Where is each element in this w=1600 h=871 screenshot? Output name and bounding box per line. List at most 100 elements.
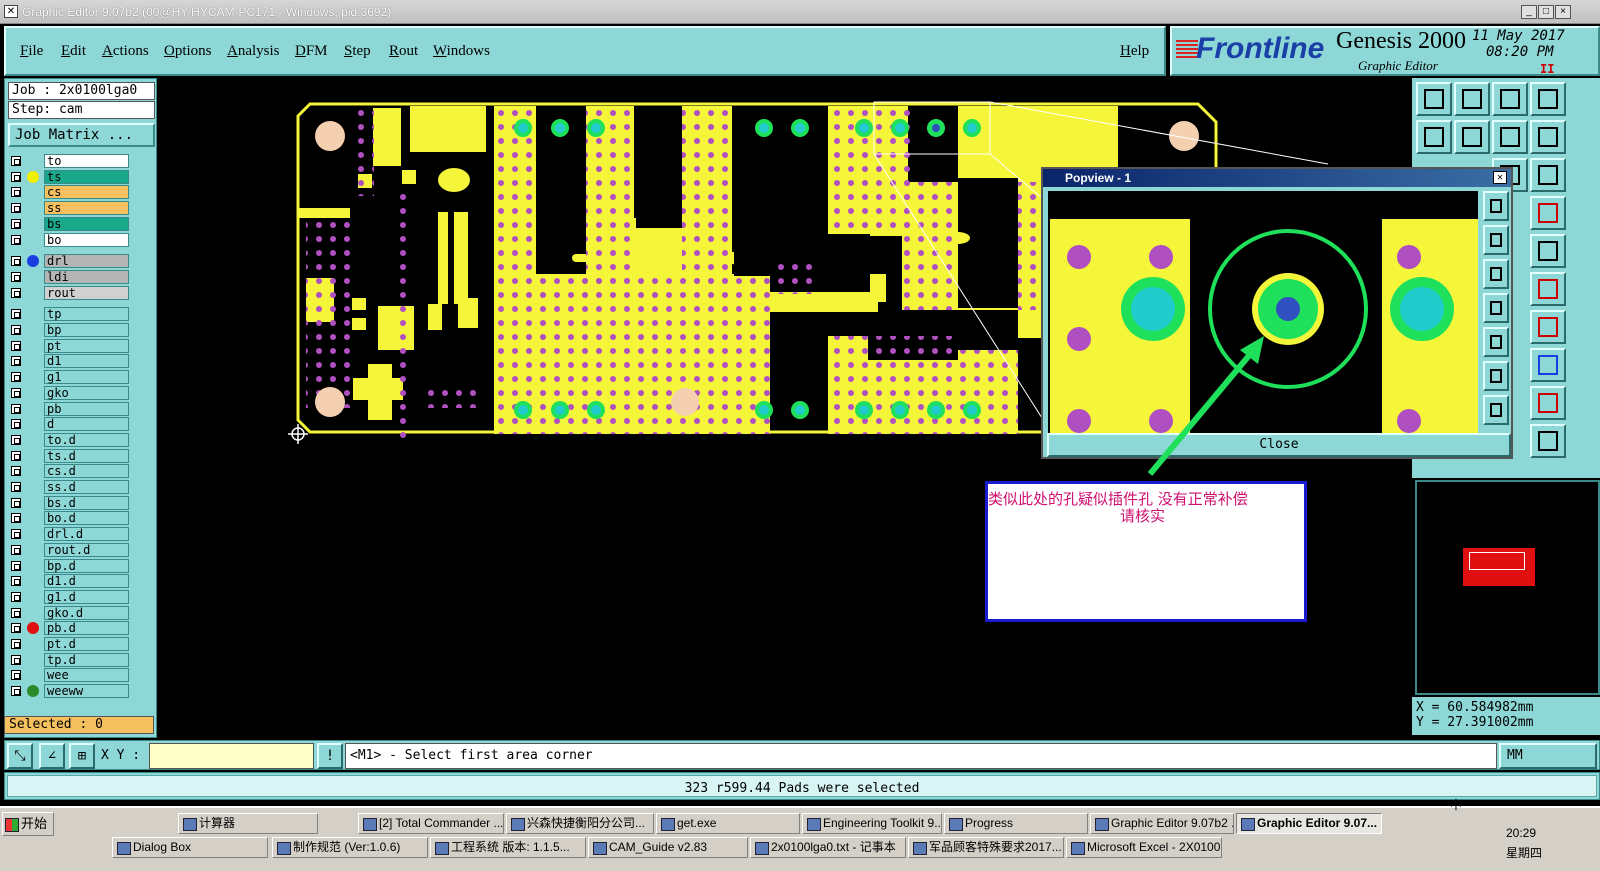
popview-tool-button[interactable] <box>1483 225 1509 255</box>
layer-row[interactable]: g1 <box>9 370 129 385</box>
close-window-button[interactable]: × <box>1555 5 1571 19</box>
taskbar-button[interactable]: 计算器 <box>178 813 318 834</box>
taskbar-button[interactable]: 兴森快捷衡阳分公司... <box>506 813 654 834</box>
layer-checkbox[interactable] <box>11 466 21 477</box>
layer-checkbox[interactable] <box>11 513 21 524</box>
tool-button[interactable] <box>1492 120 1528 154</box>
tool-button[interactable] <box>1454 120 1490 154</box>
layer-row[interactable]: pb <box>9 401 129 416</box>
layer-checkbox[interactable] <box>11 234 21 245</box>
job-matrix-button[interactable]: Job Matrix ... <box>8 123 155 147</box>
layer-checkbox[interactable] <box>11 218 21 229</box>
layer-checkbox[interactable] <box>11 670 21 681</box>
menu-windows[interactable]: Windows <box>433 43 490 60</box>
grid-tool-icon[interactable]: ⊞ <box>69 743 95 769</box>
layer-row[interactable]: d <box>9 417 129 432</box>
taskbar-button[interactable]: 军品顾客特殊要求2017... <box>908 837 1064 858</box>
taskbar-button[interactable]: Progress <box>944 813 1088 834</box>
tool-button[interactable] <box>1454 82 1490 116</box>
layer-checkbox[interactable] <box>11 591 21 602</box>
layer-row[interactable]: tp <box>9 307 129 322</box>
layer-row[interactable]: bs <box>9 216 129 231</box>
layer-checkbox[interactable] <box>11 171 21 182</box>
layer-checkbox[interactable] <box>11 434 21 445</box>
layer-checkbox[interactable] <box>11 203 21 214</box>
layer-checkbox[interactable] <box>11 623 21 634</box>
layer-checkbox[interactable] <box>11 529 21 540</box>
layer-row[interactable]: rout.d <box>9 542 129 557</box>
tool-button[interactable] <box>1416 82 1452 116</box>
menu-actions[interactable]: Actions <box>102 43 149 60</box>
tool-button[interactable] <box>1416 120 1452 154</box>
mini-map[interactable] <box>1415 480 1600 695</box>
layer-checkbox[interactable] <box>11 403 21 414</box>
layer-checkbox[interactable] <box>11 309 21 320</box>
taskbar-button[interactable]: Dialog Box <box>112 837 268 858</box>
layer-checkbox[interactable] <box>11 560 21 571</box>
units-select[interactable]: MM <box>1499 743 1597 769</box>
layer-row[interactable]: ts <box>9 169 129 184</box>
layer-checkbox[interactable] <box>11 497 21 508</box>
taskbar-button[interactable]: Engineering Toolkit 9.... <box>802 813 942 834</box>
layer-row[interactable]: tp.d <box>9 652 129 667</box>
layer-checkbox[interactable] <box>11 271 21 282</box>
menu-analysis[interactable]: Analysis <box>227 43 280 60</box>
tool-button[interactable] <box>1530 348 1566 382</box>
layer-row[interactable]: gko <box>9 385 129 400</box>
menu-rout[interactable]: Rout <box>389 43 418 60</box>
popview-tool-button[interactable] <box>1483 293 1509 323</box>
start-button[interactable]: 开始 <box>2 812 54 836</box>
popview-tool-button[interactable] <box>1483 259 1509 289</box>
layer-row[interactable]: cs.d <box>9 464 129 479</box>
popview-close-icon[interactable]: ✕ <box>1493 171 1507 184</box>
layer-checkbox[interactable] <box>11 639 21 649</box>
layer-checkbox[interactable] <box>11 607 21 618</box>
xy-input[interactable] <box>149 743 314 769</box>
taskbar-button[interactable]: Microsoft Excel - 2X0100... <box>1066 837 1222 858</box>
layer-row[interactable]: d1.d <box>9 574 129 589</box>
layer-row[interactable]: gko.d <box>9 605 129 620</box>
layer-row[interactable]: to <box>9 154 129 168</box>
layer-checkbox[interactable] <box>11 187 21 198</box>
tool-button[interactable] <box>1530 196 1566 230</box>
menu-file[interactable]: File <box>20 43 43 60</box>
menu-help[interactable]: Help <box>1120 43 1149 60</box>
menu-dfm[interactable]: DFM <box>295 43 328 60</box>
layer-row[interactable]: to.d <box>9 432 129 447</box>
layer-row[interactable]: bo.d <box>9 511 129 526</box>
layer-checkbox[interactable] <box>11 482 21 492</box>
tool-button[interactable] <box>1492 82 1528 116</box>
tool-button[interactable] <box>1530 310 1566 344</box>
popview-tool-button[interactable] <box>1483 191 1509 221</box>
menu-edit[interactable]: Edit <box>61 43 86 60</box>
alert-icon[interactable]: ! <box>317 743 343 769</box>
layer-checkbox[interactable] <box>11 576 21 587</box>
tool-button[interactable] <box>1530 424 1566 458</box>
tool-button[interactable] <box>1530 120 1566 154</box>
tool-button[interactable] <box>1530 82 1566 116</box>
minimize-button[interactable]: _ <box>1521 5 1537 19</box>
maximize-button[interactable]: □ <box>1538 5 1554 19</box>
layer-checkbox[interactable] <box>11 356 21 367</box>
layer-checkbox[interactable] <box>11 256 21 267</box>
layer-checkbox[interactable] <box>11 287 21 298</box>
layer-row[interactable]: bs.d <box>9 495 129 510</box>
popview-tool-button[interactable] <box>1483 327 1509 357</box>
layer-row[interactable]: pt <box>9 338 129 353</box>
layer-row[interactable]: pt.d <box>9 637 129 651</box>
layer-checkbox[interactable] <box>11 419 21 430</box>
tool-button[interactable] <box>1530 386 1566 420</box>
layer-checkbox[interactable] <box>11 340 21 351</box>
layer-row[interactable]: bo <box>9 232 129 247</box>
layer-row[interactable]: ldi <box>9 269 129 284</box>
measure-tool-icon[interactable]: ∠ <box>39 743 65 769</box>
layer-checkbox[interactable] <box>11 654 21 665</box>
tool-button[interactable] <box>1530 272 1566 306</box>
layer-row[interactable]: g1.d <box>9 589 129 604</box>
menu-options[interactable]: Options <box>164 43 212 60</box>
layer-checkbox[interactable] <box>11 156 21 166</box>
tool-button[interactable] <box>1530 158 1566 192</box>
ime-indicator[interactable]: 中 <box>1450 796 1462 813</box>
layer-row[interactable]: bp.d <box>9 558 129 573</box>
layer-checkbox[interactable] <box>11 387 21 398</box>
